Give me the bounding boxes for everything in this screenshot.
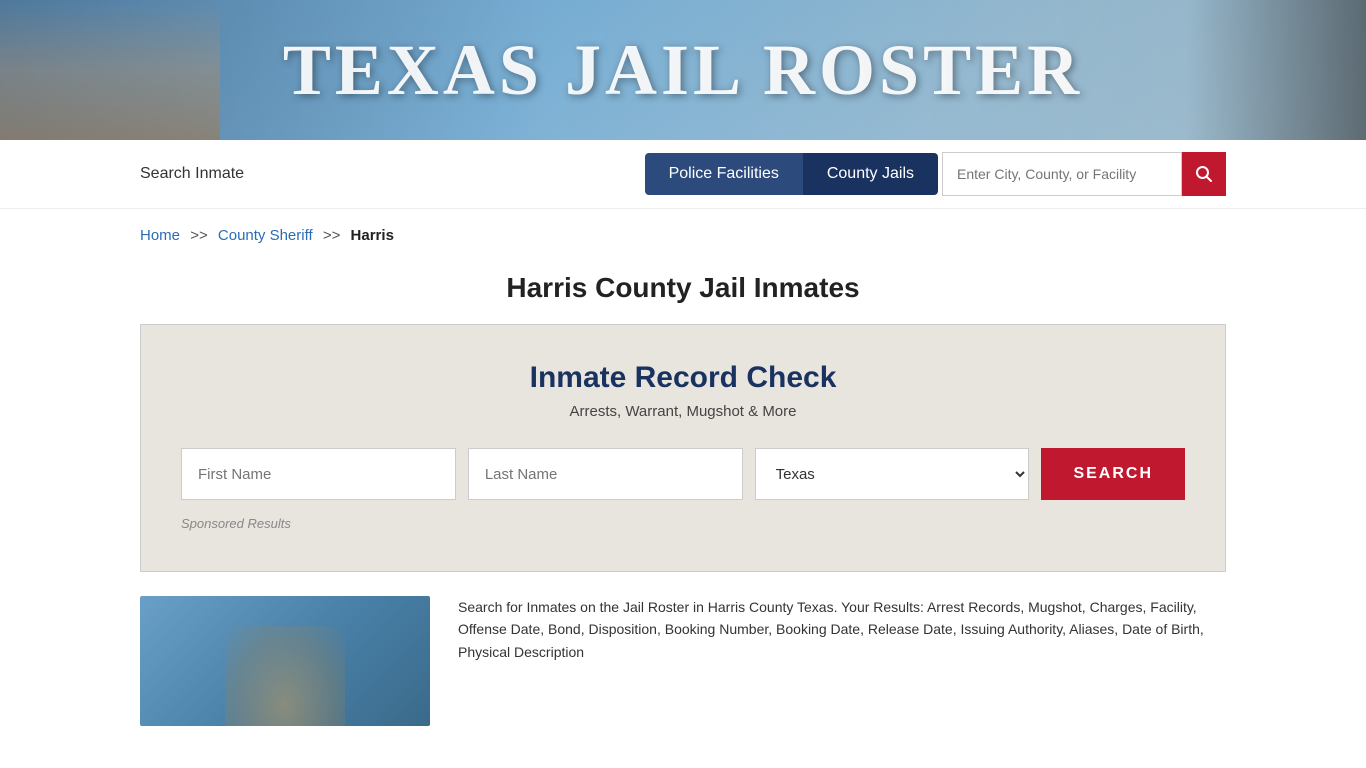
breadcrumb-county-sheriff[interactable]: County Sheriff [218, 227, 313, 244]
breadcrumb-sep-1: >> [190, 227, 208, 244]
breadcrumb: Home >> County Sheriff >> Harris [0, 209, 1366, 262]
police-facilities-button[interactable]: Police Facilities [645, 153, 803, 195]
header-search-bar [942, 152, 1226, 196]
last-name-input[interactable] [468, 448, 743, 500]
header-banner: Texas Jail Roster [0, 0, 1366, 140]
breadcrumb-sep-2: >> [323, 227, 341, 244]
county-jails-button[interactable]: County Jails [803, 153, 938, 195]
page-title: Harris County Jail Inmates [0, 262, 1366, 324]
bottom-description: Search for Inmates on the Jail Roster in… [458, 596, 1226, 663]
header-search-input[interactable] [942, 152, 1182, 196]
record-check-subtitle: Arrests, Warrant, Mugshot & More [181, 403, 1185, 420]
header-search-button[interactable] [1182, 152, 1226, 196]
breadcrumb-current: Harris [351, 227, 394, 244]
bottom-section: Search for Inmates on the Jail Roster in… [0, 572, 1366, 750]
record-check-title: Inmate Record Check [181, 361, 1185, 395]
capitol-dome [225, 626, 345, 726]
navbar: Search Inmate Police Facilities County J… [0, 140, 1366, 209]
site-title: Texas Jail Roster [283, 29, 1083, 112]
record-form: AlabamaAlaskaArizonaArkansasCaliforniaCo… [181, 448, 1185, 500]
state-select[interactable]: AlabamaAlaskaArizonaArkansasCaliforniaCo… [755, 448, 1030, 500]
record-search-button[interactable]: SEARCH [1041, 448, 1185, 500]
record-check-box: Inmate Record Check Arrests, Warrant, Mu… [140, 324, 1226, 572]
breadcrumb-home[interactable]: Home [140, 227, 180, 244]
keys-image [1186, 0, 1366, 140]
nav-buttons: Police Facilities County Jails [645, 153, 938, 195]
sponsored-label: Sponsored Results [181, 516, 1185, 531]
search-inmate-label: Search Inmate [140, 165, 244, 183]
first-name-input[interactable] [181, 448, 456, 500]
search-icon [1195, 165, 1213, 183]
capitol-image [0, 0, 220, 140]
bottom-image [140, 596, 430, 726]
